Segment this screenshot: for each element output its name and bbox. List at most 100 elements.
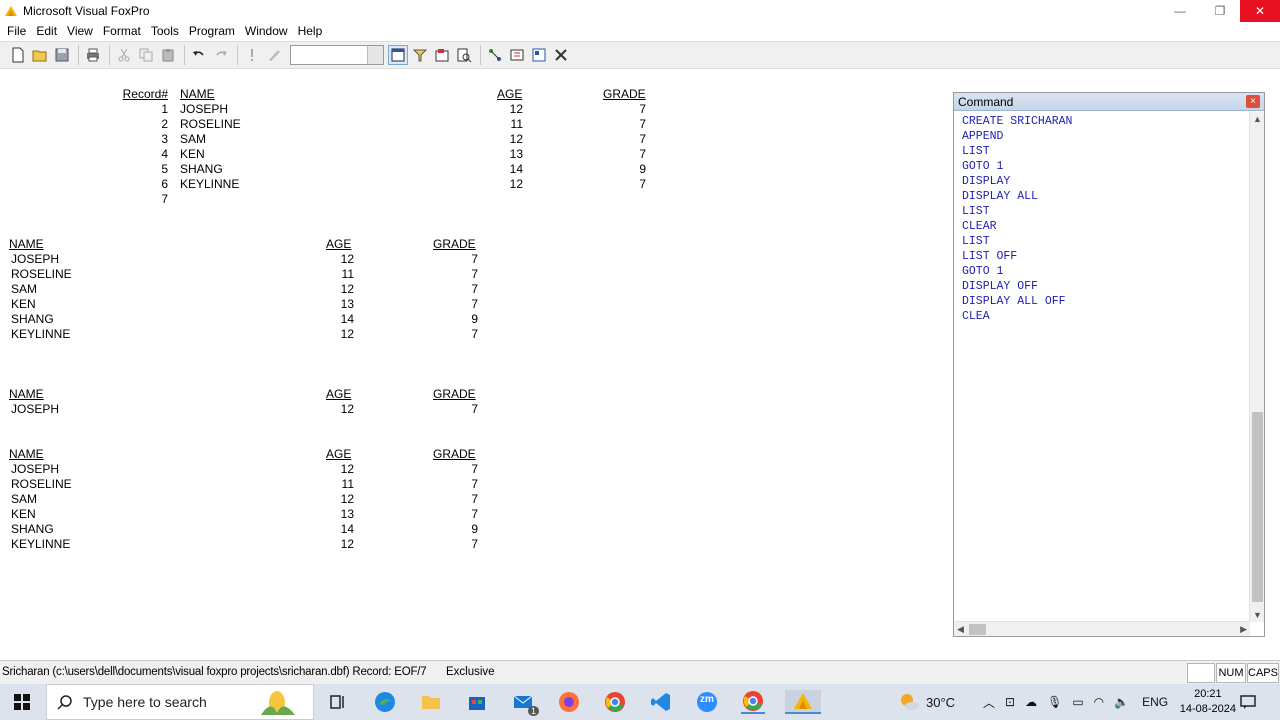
chevron-up-icon[interactable]: ︿ [983,694,995,711]
edge-app[interactable] [373,690,397,714]
wifi-icon[interactable]: ◠ [1094,695,1104,709]
vertical-scroll-thumb[interactable] [1252,412,1263,602]
age-cell: 11 [341,267,354,281]
store-icon [469,697,485,710]
command-history[interactable]: CREATE SRICHARAN APPEND LIST GOTO 1 DISP… [962,114,1072,324]
menu-edit[interactable]: Edit [31,22,62,41]
status-num: NUM [1216,663,1246,683]
foxpro-app[interactable] [785,690,821,714]
command-line[interactable]: DISPLAY ALL OFF [962,294,1072,309]
file-explorer-app[interactable] [419,690,443,714]
command-line[interactable]: CLEAR [962,219,1072,234]
foxpro-logo-icon [5,6,17,16]
cut-button[interactable] [114,45,134,65]
command-line[interactable]: GOTO 1 [962,264,1072,279]
chrome-app[interactable] [603,690,627,714]
command-window[interactable]: Command × CREATE SRICHARAN APPEND LIST G… [953,92,1265,637]
firefox-app[interactable] [557,690,581,714]
command-line[interactable]: LIST OFF [962,249,1072,264]
object-browser-button[interactable] [507,45,527,65]
data-session-button[interactable] [410,45,430,65]
scroll-right-arrow-icon[interactable]: ▶ [1240,624,1247,635]
task-pane-button[interactable] [551,45,571,65]
paste-button[interactable] [158,45,178,65]
scroll-up-arrow-icon[interactable]: ▲ [1253,114,1262,124]
command-line[interactable]: LIST [962,234,1072,249]
command-line[interactable]: DISPLAY OFF [962,279,1072,294]
modify-form-button[interactable] [264,45,284,65]
command-line[interactable]: LIST [962,144,1072,159]
copy-button[interactable] [136,45,156,65]
command-line[interactable]: CREATE SRICHARAN [962,114,1072,129]
record-number: 1 [161,102,168,116]
command-line[interactable]: DISPLAY ALL [962,189,1072,204]
age-cell: 12 [340,462,354,476]
close-button[interactable]: ✕ [1240,0,1280,22]
grade-cell: 7 [639,147,646,161]
redo-button[interactable] [211,45,231,65]
horizontal-scroll-thumb[interactable] [969,624,986,635]
command-window-titlebar[interactable]: Command × [954,93,1264,111]
age-cell: 13 [509,147,523,161]
restore-button[interactable]: ❐ [1200,0,1240,22]
menu-file[interactable]: File [2,22,31,41]
properties-button[interactable] [432,45,452,65]
age-cell: 12 [509,132,523,146]
task-view-button[interactable] [326,690,350,714]
printer-icon [87,48,99,62]
code-button[interactable] [454,45,474,65]
menu-format[interactable]: Format [98,22,146,41]
start-button[interactable] [0,684,44,720]
grade-cell: 9 [639,162,646,176]
vertical-scrollbar[interactable]: ▲ ▼ [1249,112,1264,622]
menu-view[interactable]: View [62,22,98,41]
toolbox-button[interactable] [529,45,549,65]
scroll-down-arrow-icon[interactable]: ▼ [1253,610,1262,620]
language-indicator[interactable]: ENG [1142,695,1168,709]
store-app[interactable] [465,690,489,714]
scroll-left-arrow-icon[interactable]: ◀ [957,624,964,635]
run-button[interactable] [242,45,262,65]
toolbox-icon [532,48,546,62]
battery-icon[interactable]: ▭ [1072,695,1083,709]
windows-logo-icon [14,694,30,710]
clock-date: 14-08-2024 [1179,703,1236,715]
menu-window[interactable]: Window [240,22,293,41]
volume-icon[interactable]: 🔈 [1114,695,1129,709]
undo-button[interactable] [189,45,209,65]
command-line[interactable]: LIST [962,204,1072,219]
class-browser-button[interactable] [485,45,505,65]
notifications-button[interactable] [1240,684,1260,720]
zoom-app[interactable]: zm [695,690,719,714]
command-line[interactable]: CLEA [962,309,1072,324]
mail-badge: 1 [527,706,539,716]
mail-app[interactable]: 1 [511,690,539,716]
menu-program[interactable]: Program [184,22,240,41]
weather-widget[interactable]: 30°C [898,684,955,720]
onedrive-cloud-icon[interactable]: ☁ [1025,695,1037,709]
menu-tools[interactable]: Tools [146,22,184,41]
command-line[interactable]: APPEND [962,129,1072,144]
taskbar-search[interactable]: Type here to search [46,684,314,720]
menu-help[interactable]: Help [293,22,328,41]
minimize-button[interactable]: — [1160,0,1200,22]
chrome-profile-app[interactable] [741,690,765,714]
new-button[interactable] [8,45,28,65]
save-button[interactable] [52,45,72,65]
system-tray: ︿ ⊡ ☁ 🎙 ▭ ◠ 🔈 ENG [978,684,1168,720]
print-button[interactable] [83,45,103,65]
taskbar-clock[interactable]: 20:21 14-08-2024 [1180,687,1236,717]
microphone-icon[interactable]: 🎙 [1047,695,1062,709]
command-line[interactable]: GOTO 1 [962,159,1072,174]
name-cell: KEYLINNE [11,537,71,551]
grade-cell: 7 [471,537,478,551]
vscode-app[interactable] [649,690,673,714]
network-device-icon[interactable]: ⊡ [1005,695,1015,709]
command-window-button[interactable] [388,45,408,65]
open-button[interactable] [30,45,50,65]
database-combo[interactable] [290,45,384,65]
command-line[interactable]: DISPLAY [962,174,1072,189]
command-close-button[interactable]: × [1246,95,1260,108]
chevron-down-icon[interactable] [367,46,383,64]
horizontal-scrollbar[interactable]: ◀ ▶ [954,621,1250,636]
